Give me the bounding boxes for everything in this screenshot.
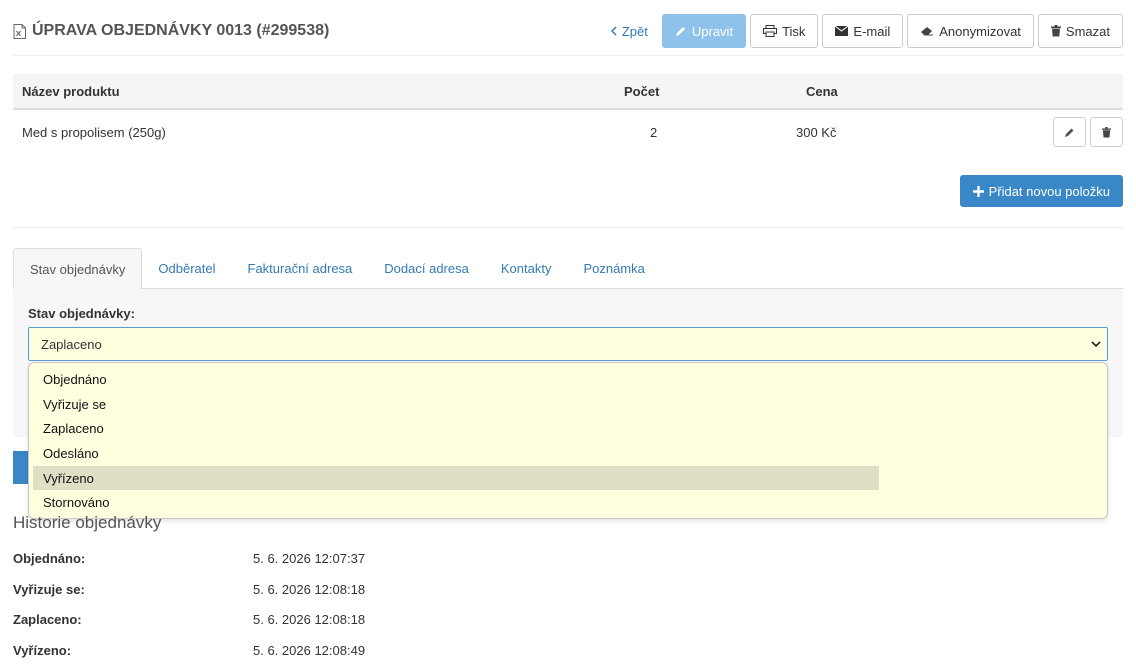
- status-option[interactable]: Odesláno: [33, 441, 1103, 466]
- status-option[interactable]: Vyřizuje se: [33, 392, 1103, 417]
- delete-button-label: Smazat: [1065, 23, 1110, 39]
- plus-icon: [972, 185, 984, 197]
- history-time: 5. 6. 2026 12:07:37: [253, 551, 366, 566]
- tab-order-status[interactable]: Stav objednávky: [13, 248, 143, 290]
- status-selected-value: Zaplaceno: [41, 336, 102, 352]
- table-row: Med s propolisem (250g) 2 300 Kč: [13, 110, 1123, 156]
- column-header-count: Počet: [624, 84, 660, 99]
- status-option[interactable]: Stornováno: [33, 490, 1103, 515]
- history-label: Vyřízeno:: [13, 643, 72, 658]
- tab-bar: Stav objednávky Odběratel Fakturační adr…: [13, 248, 1123, 290]
- status-option-hovered[interactable]: Vyřízeno: [33, 465, 879, 491]
- edit-button[interactable]: Upravit: [661, 14, 747, 48]
- page-title-text: ÚPRAVA OBJEDNÁVKY 0013 (#299538): [32, 22, 330, 39]
- page-title: ÚPRAVA OBJEDNÁVKY 0013 (#299538): [13, 22, 329, 40]
- status-option[interactable]: Zaplaceno: [33, 416, 1103, 441]
- history-time: 5. 6. 2026 12:08:18: [253, 582, 366, 597]
- email-button-label: E-mail: [853, 23, 891, 39]
- tab-shipping-address[interactable]: Dodací adresa: [368, 248, 485, 289]
- toolbar: Zpět Upravit Tisk E-mail Anonymizovat Sm…: [600, 14, 1123, 48]
- history-label: Vyřizuje se:: [13, 582, 85, 597]
- printer-icon: [763, 25, 778, 37]
- add-item-label: Přidat novou položku: [988, 183, 1110, 199]
- anonymize-button-label: Anonymizovat: [939, 23, 1021, 39]
- tab-customer[interactable]: Odběratel: [142, 248, 231, 289]
- add-item-button[interactable]: Přidat novou položku: [959, 175, 1123, 207]
- print-button-label: Tisk: [782, 23, 806, 39]
- chevron-left-icon: [610, 26, 617, 36]
- column-header-price: Cena: [806, 84, 838, 99]
- edit-row-button[interactable]: [1053, 117, 1086, 147]
- document-icon: [13, 23, 26, 39]
- trash-icon: [1050, 25, 1061, 37]
- divider: [13, 227, 1123, 228]
- status-dropdown-list: Objednáno Vyřizuje se Zaplaceno Odesláno…: [28, 362, 1108, 519]
- eraser-icon: [921, 27, 934, 36]
- tab-billing-address[interactable]: Fakturační adresa: [232, 248, 369, 289]
- email-button[interactable]: E-mail: [822, 14, 904, 48]
- back-button[interactable]: Zpět: [600, 14, 658, 48]
- back-button-label: Zpět: [621, 23, 648, 39]
- product-table: Název produktu Počet Cena Med s propolis…: [13, 74, 1123, 156]
- status-option[interactable]: Objednáno: [33, 367, 1103, 392]
- tab-note[interactable]: Poznámka: [567, 248, 660, 289]
- envelope-icon: [835, 26, 849, 36]
- history-time: 5. 6. 2026 12:08:49: [253, 643, 366, 658]
- anonymize-button[interactable]: Anonymizovat: [907, 14, 1034, 48]
- edit-button-label: Upravit: [691, 23, 734, 39]
- tab-contacts[interactable]: Kontakty: [485, 248, 568, 289]
- print-button[interactable]: Tisk: [750, 14, 819, 48]
- pencil-icon: [675, 27, 685, 36]
- product-name: Med s propolisem (250g): [22, 125, 166, 140]
- delete-row-button[interactable]: [1090, 117, 1123, 147]
- chevron-down-icon: [1091, 341, 1101, 348]
- status-select[interactable]: Zaplaceno: [28, 327, 1108, 361]
- history-label: Objednáno:: [13, 551, 86, 566]
- column-header-name: Název produktu: [22, 84, 120, 99]
- row-actions: [1053, 117, 1123, 147]
- delete-button[interactable]: Smazat: [1037, 14, 1123, 48]
- table-header: Název produktu Počet Cena: [13, 74, 1123, 110]
- history-title: Historie objednávky: [13, 513, 162, 532]
- product-price: 300 Kč: [796, 125, 837, 140]
- product-count: 2: [650, 125, 658, 140]
- history-label: Zaplaceno:: [13, 612, 82, 627]
- page-header: ÚPRAVA OBJEDNÁVKY 0013 (#299538) Zpět Up…: [13, 12, 1123, 56]
- status-label: Stav objednávky:: [28, 306, 135, 321]
- trash-icon: [1102, 126, 1111, 137]
- history-time: 5. 6. 2026 12:08:18: [253, 612, 366, 627]
- pencil-icon: [1065, 128, 1074, 137]
